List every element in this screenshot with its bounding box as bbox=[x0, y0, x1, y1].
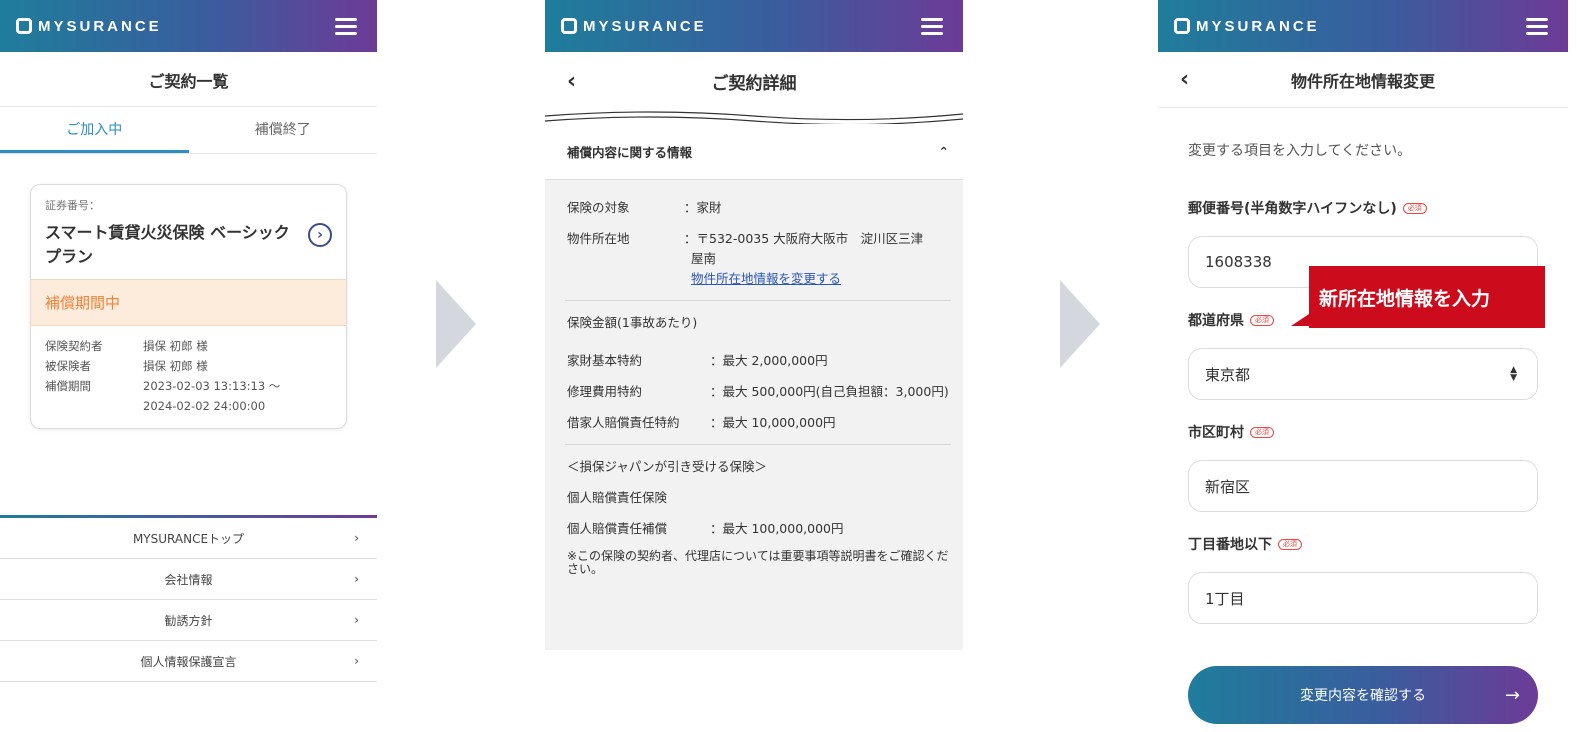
wave-divider bbox=[545, 111, 963, 124]
divider bbox=[565, 444, 951, 445]
certificate-number-label: 証券番号： bbox=[45, 199, 100, 212]
coverage-section-header[interactable]: 補償内容に関する情報 ⌃ bbox=[545, 124, 963, 180]
page-title: ご契約一覧 bbox=[148, 72, 229, 91]
logo-icon bbox=[1174, 18, 1190, 34]
page-header: ‹ ご契約詳細 bbox=[545, 52, 963, 110]
location-form: 変更する項目を入力してください。 郵便番号(半角数字ハイフンなし) 必須 1608… bbox=[1158, 108, 1568, 624]
postal-code-label: 郵便番号(半角数字ハイフンなし) 必須 bbox=[1188, 198, 1538, 218]
info-row-period-end: 2024-02-02 24:00:00 bbox=[143, 399, 266, 413]
info-row-policyholder: 保険契約者 損保 初郎 様 bbox=[45, 339, 208, 353]
logo-icon bbox=[16, 18, 32, 34]
footer-link-solicitation[interactable]: 勧誘方針 › bbox=[0, 600, 377, 641]
contract-tabs: ご加入中 補償終了 bbox=[0, 106, 377, 154]
city-label: 市区町村 必須 bbox=[1188, 422, 1538, 442]
footer-link-top[interactable]: MYSURANCEトップ › bbox=[0, 518, 377, 559]
required-badge: 必須 bbox=[1250, 426, 1274, 438]
brand-logo[interactable]: MYSURANCE bbox=[16, 18, 162, 35]
chevron-right-icon: › bbox=[354, 531, 359, 545]
info-row-location: 物件所在地 ：〒532-0035 大阪府大阪市 淀川区三津 屋南 物件所在地情報… bbox=[567, 231, 924, 286]
tab-active-contracts[interactable]: ご加入中 bbox=[0, 107, 189, 153]
section-title: 補償内容に関する情報 bbox=[567, 145, 693, 160]
plan-name: スマート賃貸火災保険 ベーシックプラン bbox=[45, 223, 290, 266]
street-input[interactable]: 1丁目 bbox=[1188, 572, 1538, 624]
street-label: 丁目番地以下 必須 bbox=[1188, 534, 1538, 554]
change-location-link[interactable]: 物件所在地情報を変更する bbox=[684, 271, 841, 286]
prefecture-select[interactable]: 東京都 ▲ ▼ bbox=[1188, 348, 1538, 400]
location-change-screen: MYSURANCE ‹ 物件所在地情報変更 変更する項目を入力してください。 郵… bbox=[1158, 0, 1568, 732]
form-intro: 変更する項目を入力してください。 bbox=[1188, 143, 1412, 159]
brand-logo[interactable]: MYSURANCE bbox=[561, 18, 707, 35]
step-arrow-icon bbox=[1060, 280, 1100, 368]
amount-title: 保険金額(1事故あたり) bbox=[567, 315, 698, 330]
arrow-right-icon: → bbox=[1504, 684, 1520, 706]
amount-row: 借家人賠償責任特約 ：最大 10,000,000円 bbox=[567, 415, 836, 430]
brand-name: MYSURANCE bbox=[583, 17, 707, 35]
amount-row: 家財基本特約 ：最大 2,000,000円 bbox=[567, 353, 828, 368]
chevron-right-icon: › bbox=[354, 572, 359, 586]
contract-list-screen: MYSURANCE ご契約一覧 ご加入中 補償終了 証券番号： スマート賃貸火災… bbox=[0, 0, 377, 732]
brand-name: MYSURANCE bbox=[1196, 17, 1320, 35]
hamburger-menu-icon[interactable] bbox=[1526, 17, 1548, 35]
footer-link-privacy[interactable]: 個人情報保護宣言 › bbox=[0, 641, 377, 682]
contract-detail-screen: MYSURANCE ‹ ご契約詳細 補償内容に関する情報 ⌃ 保険の対象 ：家財 … bbox=[545, 0, 963, 650]
info-row-insured: 被保険者 損保 初郎 様 bbox=[45, 359, 208, 373]
info-row-period: 補償期間 2023-02-03 13:13:13 ～ bbox=[45, 379, 281, 393]
logo-icon bbox=[561, 18, 577, 34]
divider bbox=[565, 300, 951, 301]
app-header: MYSURANCE bbox=[1158, 0, 1568, 52]
brand-name: MYSURANCE bbox=[38, 17, 162, 35]
contract-card[interactable]: 証券番号： スマート賃貸火災保険 ベーシックプラン › 補償期間中 保険契約者損… bbox=[30, 184, 347, 429]
footer-link-company[interactable]: 会社情報 › bbox=[0, 559, 377, 600]
select-arrows-icon: ▲ ▼ bbox=[1510, 365, 1517, 383]
sompo-title: ＜損保ジャパンが引き受ける保険＞ bbox=[567, 459, 768, 474]
personal-liability-row: 個人賠償責任補償 ：最大 100,000,000円 bbox=[567, 521, 844, 536]
hamburger-menu-icon[interactable] bbox=[921, 17, 943, 35]
chevron-right-icon: › bbox=[354, 654, 359, 668]
amount-row: 修理費用特約 ：最大 500,000円(自己負担額：3,000円) bbox=[567, 384, 949, 399]
required-badge: 必須 bbox=[1278, 538, 1302, 550]
contract-info: 保険契約者 損保 初郎 様 被保険者 損保 初郎 様 補償期間 2023-02-03 … bbox=[31, 326, 346, 428]
tab-ended-contracts[interactable]: 補償終了 bbox=[189, 107, 378, 153]
disclaimer-note: ※この保険の契約者、代理店については重要事項等説明書をご確認ください。 bbox=[567, 549, 949, 576]
chevron-right-icon: › bbox=[354, 613, 359, 627]
app-header: MYSURANCE bbox=[0, 0, 377, 52]
footer-nav: MYSURANCEトップ › 会社情報 › 勧誘方針 › 個人情報保護宣言 › bbox=[0, 515, 377, 682]
chevron-up-icon: ⌃ bbox=[938, 144, 949, 159]
app-header: MYSURANCE bbox=[545, 0, 963, 52]
step-arrow-icon bbox=[436, 280, 476, 368]
back-arrow-icon[interactable]: ‹ bbox=[567, 69, 576, 94]
personal-liability-title: 個人賠償責任保険 bbox=[567, 490, 668, 505]
page-title: ご契約詳細 bbox=[711, 73, 797, 94]
required-badge: 必須 bbox=[1250, 314, 1274, 326]
brand-logo[interactable]: MYSURANCE bbox=[1174, 18, 1320, 35]
page-header: ‹ 物件所在地情報変更 bbox=[1158, 52, 1568, 108]
required-badge: 必須 bbox=[1402, 202, 1427, 214]
info-row-target: 保険の対象 ：家財 bbox=[567, 200, 722, 215]
chevron-right-circle-icon[interactable]: › bbox=[308, 223, 332, 247]
page-title: 物件所在地情報変更 bbox=[1290, 71, 1435, 91]
city-input[interactable]: 新宿区 bbox=[1188, 460, 1538, 512]
hamburger-menu-icon[interactable] bbox=[335, 17, 357, 35]
coverage-details: 保険の対象 ：家財 物件所在地 ：〒532-0035 大阪府大阪市 淀川区三津 屋… bbox=[545, 180, 963, 650]
instruction-callout: 新所在地情報を入力 bbox=[1291, 266, 1545, 328]
back-arrow-icon[interactable]: ‹ bbox=[1180, 67, 1189, 92]
status-badge: 補償期間中 bbox=[31, 279, 346, 326]
confirm-changes-button[interactable]: 変更内容を確認する → bbox=[1188, 666, 1538, 724]
